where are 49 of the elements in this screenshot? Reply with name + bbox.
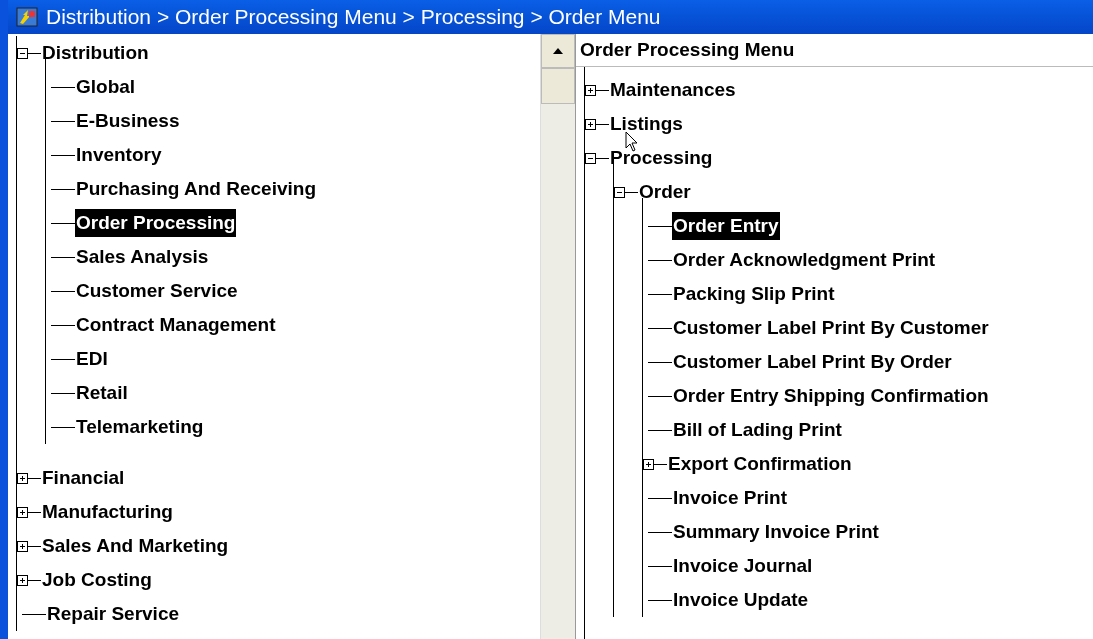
- app-icon: [16, 7, 38, 27]
- tree-item[interactable]: Bill of Lading Print: [672, 415, 843, 445]
- tree-item[interactable]: Purchasing And Receiving: [75, 174, 317, 204]
- tree-item[interactable]: Invoice Print: [672, 483, 789, 513]
- tree-item[interactable]: Listings: [609, 109, 684, 139]
- tree-item[interactable]: Packing Slip Print: [672, 279, 836, 309]
- tree-item[interactable]: Global: [75, 72, 137, 102]
- tree-item[interactable]: Retail: [75, 378, 129, 408]
- tree-item[interactable]: Inventory: [75, 140, 163, 170]
- expand-icon[interactable]: [17, 540, 28, 552]
- tree-item[interactable]: Repair Service: [46, 599, 181, 629]
- tree-item[interactable]: EDI: [75, 344, 109, 374]
- expand-icon[interactable]: [17, 472, 28, 484]
- tree-item[interactable]: Summary Invoice Print: [672, 517, 880, 547]
- tree-item[interactable]: Export Confirmation: [667, 449, 853, 479]
- tree-item[interactable]: Sales And Marketing: [41, 531, 230, 561]
- tree-item[interactable]: Invoice Update: [672, 585, 810, 615]
- collapse-icon[interactable]: [614, 186, 625, 198]
- tree-item[interactable]: E-Business: [75, 106, 181, 136]
- collapse-icon[interactable]: [17, 47, 28, 59]
- scroll-thumb[interactable]: [541, 68, 575, 104]
- tree-item[interactable]: Order Acknowledgment Print: [672, 245, 937, 275]
- tree-item[interactable]: Order Processing: [75, 208, 237, 238]
- tree-item[interactable]: Contract Management: [75, 310, 277, 340]
- tree-item[interactable]: Processing: [609, 143, 714, 173]
- tree-item[interactable]: Order Entry Shipping Confirmation: [672, 381, 990, 411]
- up-arrow-icon: [553, 48, 563, 54]
- window-title: Distribution > Order Processing Menu > Processing > Order Menu: [46, 4, 661, 31]
- tree-item[interactable]: Customer Label Print By Customer: [672, 313, 990, 343]
- scroll-up-button[interactable]: [541, 34, 575, 68]
- tree-item[interactable]: Distribution: [41, 38, 150, 68]
- tree-item[interactable]: Financial: [41, 463, 126, 493]
- expand-icon[interactable]: [17, 506, 28, 518]
- expand-icon[interactable]: [17, 574, 28, 586]
- panel-title: Order Processing Menu: [576, 34, 1093, 67]
- tree-item[interactable]: Sales Analysis: [75, 242, 210, 272]
- expand-icon[interactable]: [585, 118, 596, 130]
- tree-item[interactable]: Telemarketing: [75, 412, 205, 442]
- tree-item[interactable]: Order: [638, 177, 692, 207]
- collapse-icon[interactable]: [585, 152, 596, 164]
- tree-item[interactable]: Manufacturing: [41, 497, 174, 527]
- tree-item[interactable]: Invoice Journal: [672, 551, 814, 581]
- tree-item[interactable]: Customer Label Print By Order: [672, 347, 953, 377]
- expand-icon[interactable]: [643, 458, 654, 470]
- tree-item[interactable]: Order Entry: [672, 211, 780, 241]
- tree-item[interactable]: Maintenances: [609, 75, 737, 105]
- tree-item[interactable]: Job Costing: [41, 565, 153, 595]
- tree-item[interactable]: Customer Service: [75, 276, 239, 306]
- expand-icon[interactable]: [585, 84, 596, 96]
